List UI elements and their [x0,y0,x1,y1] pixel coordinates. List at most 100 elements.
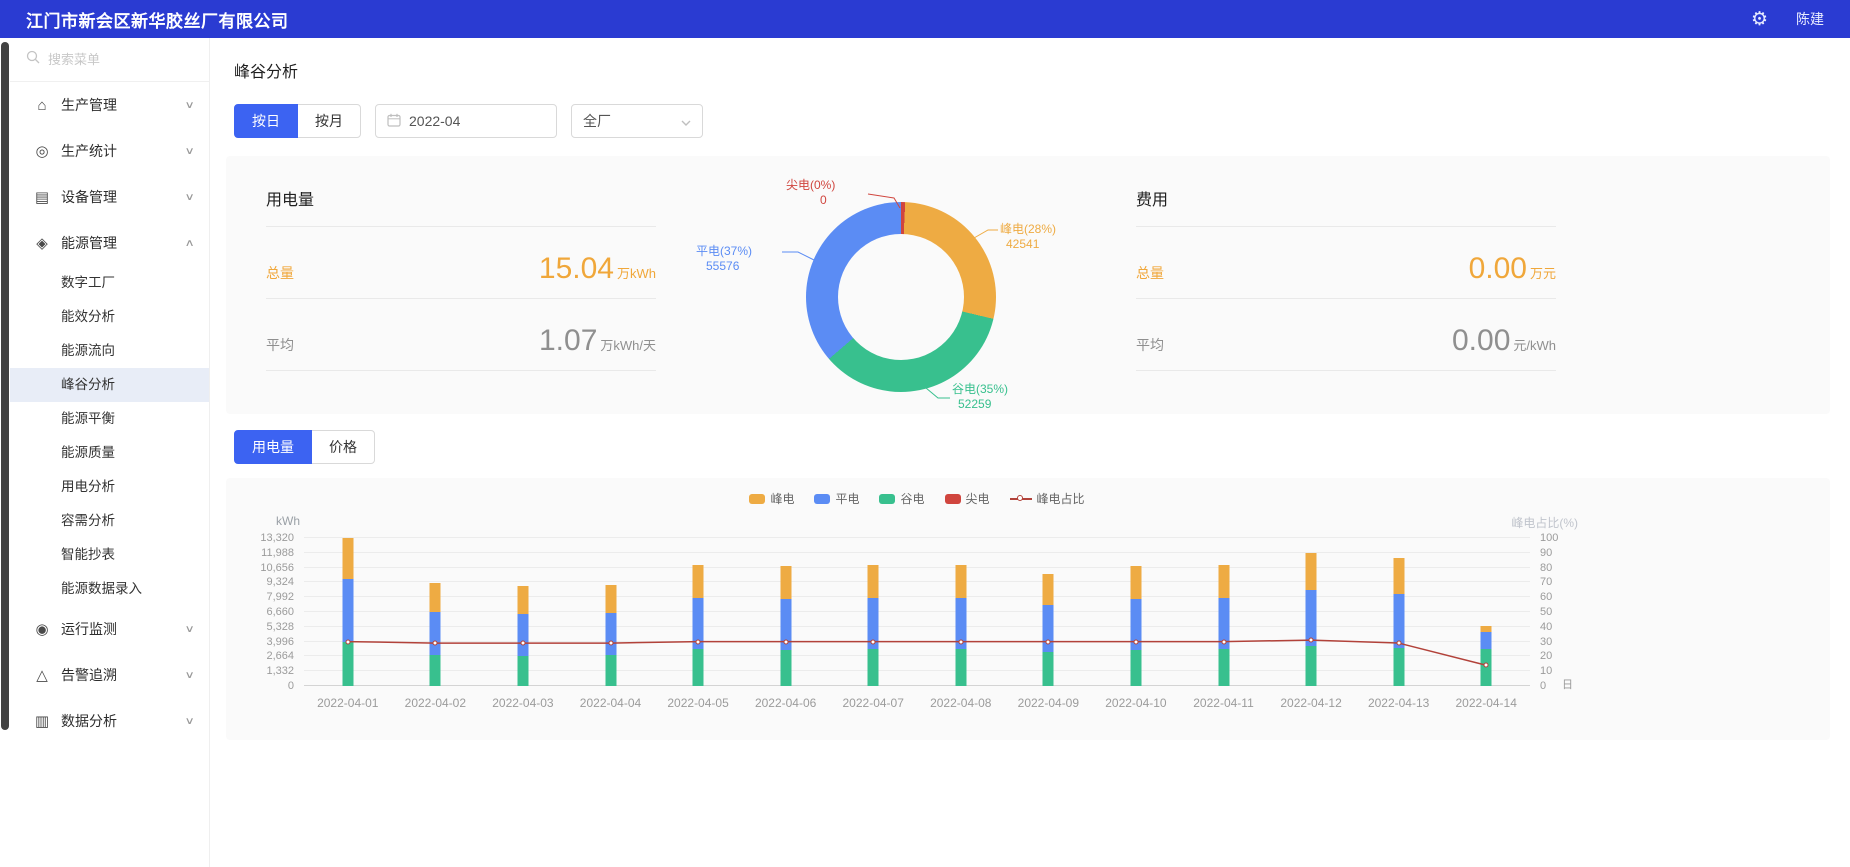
bar-2022-04-08[interactable] [955,538,966,686]
tab-price[interactable]: 价格 [311,430,375,464]
bar-plot[interactable]: 01,3322,6643,9965,3286,6607,9929,32410,6… [304,538,1530,686]
bar-2022-04-13[interactable] [1393,538,1404,686]
menu-search-input[interactable] [48,52,210,67]
peak-segment [1218,565,1229,598]
sidebar-menu: ⌂生产管理∨◎生产统计∨▤设备管理∨◈能源管理∧数字工厂能效分析能源流向峰谷分析… [10,82,209,744]
by-month-button[interactable]: 按月 [297,104,361,138]
alarm-icon: △ [32,666,52,684]
chevron-down-icon [681,113,691,129]
ratio-point-2022-04-06[interactable] [783,639,788,644]
sidebar-item-equipment-management[interactable]: ▤设备管理∨ [10,174,209,220]
valley-segment [868,649,879,686]
sidebar-item-digital-factory[interactable]: 数字工厂 [10,266,209,300]
sidebar-item-capacity-demand-analysis[interactable]: 容需分析 [10,504,209,538]
bar-2022-04-11[interactable] [1218,538,1229,686]
legend-item-峰电占比[interactable]: 峰电占比 [1010,490,1085,507]
bar-2022-04-06[interactable] [780,538,791,686]
x-axis-label: 2022-04-09 [1018,696,1079,710]
sidebar-item-energy-quality[interactable]: 能源质量 [10,436,209,470]
peak-segment [342,538,353,579]
pie[interactable] [806,202,996,392]
legend-swatch [749,494,765,504]
ratio-point-2022-04-12[interactable] [1309,638,1314,643]
x-axis-label: 2022-04-01 [317,696,378,710]
bar-2022-04-12[interactable] [1306,538,1317,686]
electricity-title: 用电量 [266,186,656,227]
gridline [304,641,1530,642]
x-axis-label: 2022-04-07 [843,696,904,710]
settings-gear-icon[interactable]: ⚙ [1751,10,1768,29]
sidebar-item-label: 数据分析 [61,711,186,731]
month-picker[interactable]: 2022-04 [375,104,557,138]
y2-axis-tick: 90 [1540,547,1552,559]
ratio-point-2022-04-02[interactable] [433,641,438,646]
y-axis-tick: 7,992 [266,591,294,603]
sidebar-item-data-analysis[interactable]: ▥数据分析∨ [10,698,209,744]
bar-2022-04-01[interactable] [342,538,353,686]
user-name[interactable]: 陈建 [1796,9,1824,29]
legend-item-平电[interactable]: 平电 [814,490,859,507]
ratio-point-2022-04-09[interactable] [1046,639,1051,644]
factory-icon: ⌂ [32,97,52,114]
sidebar-item-label: 设备管理 [61,187,186,207]
bar-2022-04-10[interactable] [1130,538,1141,686]
electricity-total-value: 15.04 [539,252,614,285]
sidebar-item-operation-monitoring[interactable]: ◉运行监测∨ [10,606,209,652]
ratio-point-2022-04-01[interactable] [345,639,350,644]
cost-total-unit: 万元 [1530,266,1556,281]
scope-select[interactable]: 全厂 [571,104,703,138]
pie-label-valley: 谷电(35%) 52259 [952,382,1008,412]
ratio-point-2022-04-10[interactable] [1133,639,1138,644]
legend-item-峰电[interactable]: 峰电 [749,490,794,507]
sidebar-item-energy-flow[interactable]: 能源流向 [10,334,209,368]
y2-axis-tick: 10 [1540,665,1552,677]
sidebar-item-energy-data-entry[interactable]: 能源数据录入 [10,572,209,606]
legend-swatch [879,494,895,504]
ratio-point-2022-04-14[interactable] [1484,663,1489,668]
bar-chart-card: 峰电平电谷电尖电峰电占比 kWh 峰电占比(%) 01,3322,6643,99… [226,478,1830,740]
ratio-point-2022-04-07[interactable] [871,639,876,644]
sidebar-item-energy-efficiency-analysis[interactable]: 能效分析 [10,300,209,334]
sidebar-item-energy-management[interactable]: ◈能源管理∧ [10,220,209,266]
sidebar-item-label: 运行监测 [61,619,186,639]
left-scrollbar-thumb[interactable] [1,42,9,730]
bar-2022-04-03[interactable] [517,538,528,686]
x-axis-label: 2022-04-05 [667,696,728,710]
sidebar-item-smart-meter-reading[interactable]: 智能抄表 [10,538,209,572]
y2-axis-tick: 40 [1540,621,1552,633]
sidebar-item-alarm-tracing[interactable]: △告警追溯∨ [10,652,209,698]
ratio-point-2022-04-11[interactable] [1221,639,1226,644]
ratio-point-2022-04-13[interactable] [1396,641,1401,646]
valley-segment [1218,649,1229,686]
valley-segment [1393,648,1404,686]
ratio-point-2022-04-08[interactable] [958,639,963,644]
y2-axis-tick: 60 [1540,591,1552,603]
bar-2022-04-07[interactable] [868,538,879,686]
bar-2022-04-09[interactable] [1043,538,1054,686]
y-axis-tick: 11,988 [261,547,294,559]
y2-axis-tick: 70 [1540,576,1552,588]
tab-electricity[interactable]: 用电量 [234,430,312,464]
ratio-point-2022-04-03[interactable] [520,641,525,646]
bar-2022-04-04[interactable] [605,538,616,686]
sidebar-item-energy-balance[interactable]: 能源平衡 [10,402,209,436]
ratio-point-2022-04-05[interactable] [696,639,701,644]
by-day-button[interactable]: 按日 [234,104,298,138]
chevron-down-icon: ∨ [184,624,194,635]
sidebar-item-peak-valley-analysis[interactable]: 峰谷分析 [10,368,209,402]
peak-segment [517,586,528,614]
electricity-average-value: 1.07 [539,324,597,357]
sidebar-item-electricity-analysis[interactable]: 用电分析 [10,470,209,504]
sidebar-item-production-management[interactable]: ⌂生产管理∨ [10,82,209,128]
y-axis-tick: 5,328 [266,621,294,633]
valley-segment [430,655,441,686]
donut-chart[interactable]: 尖电(0%) 0 峰电(28%) 42541 平电(37%) 55576 谷电(… [666,186,1136,414]
ratio-point-2022-04-04[interactable] [608,641,613,646]
valley-segment [605,655,616,686]
gridline [304,611,1530,612]
sidebar-item-production-statistics[interactable]: ◎生产统计∨ [10,128,209,174]
legend-item-谷电[interactable]: 谷电 [879,490,924,507]
legend-item-尖电[interactable]: 尖电 [945,490,990,507]
bar-2022-04-05[interactable] [693,538,704,686]
bar-2022-04-02[interactable] [430,538,441,686]
